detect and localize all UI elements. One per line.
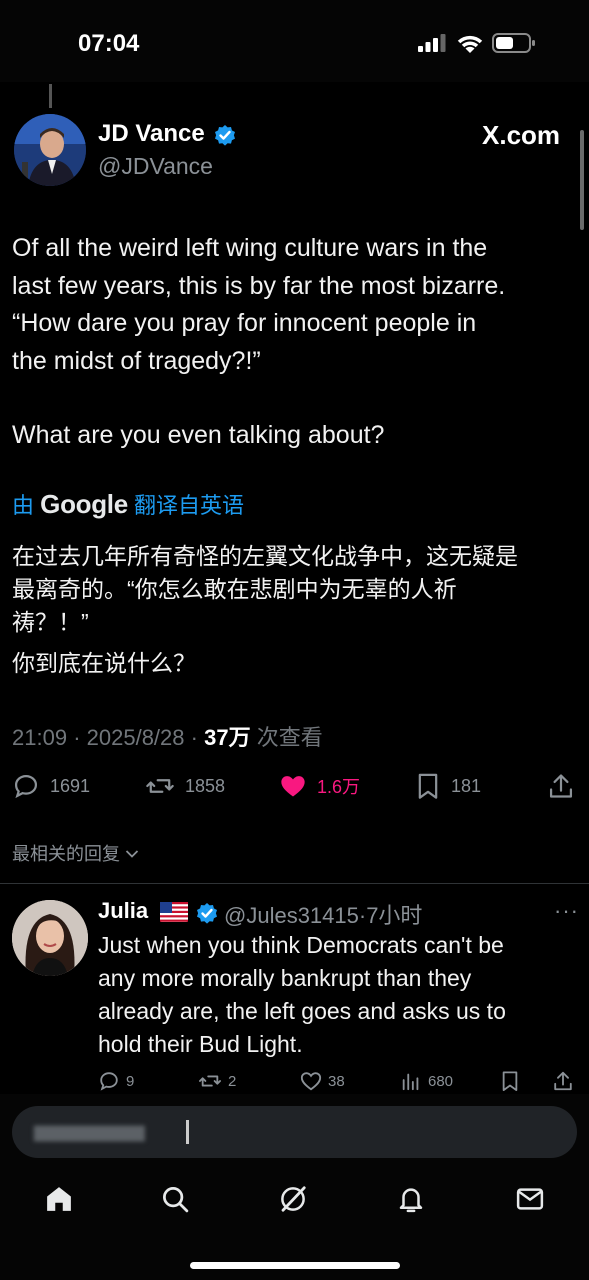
thread-connector-line bbox=[49, 84, 52, 108]
reply-text: Just when you think Democrats can't be a… bbox=[98, 929, 568, 1061]
text-cursor bbox=[186, 1120, 189, 1144]
tweet-text-line: What are you even talking about? bbox=[12, 421, 385, 449]
chevron-down-icon bbox=[125, 850, 139, 858]
repost-icon bbox=[199, 1075, 221, 1087]
reply-repost-count: 2 bbox=[228, 1072, 237, 1090]
reply-views-button[interactable]: 680 bbox=[400, 1070, 453, 1092]
verified-badge-icon bbox=[197, 903, 217, 924]
status-bar: 07:04 bbox=[0, 0, 589, 82]
bookmark-count: 181 bbox=[451, 775, 482, 796]
heart-icon bbox=[300, 1072, 322, 1091]
reply-like-button[interactable]: 38 bbox=[300, 1070, 345, 1092]
wifi-icon bbox=[457, 35, 483, 53]
translation-suffix: 翻译自英语 bbox=[134, 493, 245, 518]
bookmark-icon bbox=[502, 1071, 518, 1091]
share-icon bbox=[554, 1071, 572, 1091]
battery-icon bbox=[492, 33, 535, 53]
views-icon bbox=[402, 1073, 419, 1091]
translated-text-line: 你到底在说什么？ bbox=[12, 650, 196, 676]
reply-count: 1691 bbox=[50, 775, 91, 796]
repost-count: 1858 bbox=[185, 775, 226, 796]
reply-button[interactable]: 1691 bbox=[12, 772, 90, 800]
reply-icon bbox=[100, 1072, 118, 1091]
reply-compose-input[interactable]: ▆▆▆▆▆▆▆▆ bbox=[12, 1106, 577, 1158]
author-avatar[interactable] bbox=[14, 114, 86, 186]
bottom-navigation bbox=[0, 1180, 589, 1224]
reply-repost-button[interactable]: 2 bbox=[198, 1070, 236, 1092]
like-count: 1.6万 bbox=[317, 777, 361, 797]
reply-time: ·7小时 bbox=[358, 903, 423, 928]
home-icon[interactable] bbox=[44, 1184, 74, 1214]
reply-text-line: Just when you think Democrats can't be bbox=[98, 932, 504, 958]
like-button[interactable]: 1.6万 bbox=[279, 772, 360, 800]
repost-icon bbox=[146, 779, 174, 793]
reply-author-handle[interactable]: @Jules31415·7小时 bbox=[224, 898, 422, 930]
bookmark-icon bbox=[418, 773, 438, 799]
translated-text-line: 在过去几年所有奇怪的左翼文化战争中，这无疑是 bbox=[12, 543, 518, 569]
status-time: 07:04 bbox=[78, 30, 140, 57]
translated-text: 在过去几年所有奇怪的左翼文化战争中，这无疑是 最离奇的。“你怎么敢在悲剧中为无辜… bbox=[12, 540, 582, 680]
tweet-date: 2025/8/28 bbox=[86, 725, 185, 750]
verified-badge-icon bbox=[215, 125, 235, 146]
reply-share-button[interactable] bbox=[552, 1070, 580, 1092]
reply-bookmark-button[interactable] bbox=[500, 1070, 526, 1092]
reply-text-line: any more morally bankrupt than they bbox=[98, 965, 472, 991]
reply-like-count: 38 bbox=[328, 1072, 345, 1090]
tweet-text: Of all the weird left wing culture wars … bbox=[12, 230, 582, 455]
bookmark-button[interactable]: 181 bbox=[415, 772, 481, 800]
replies-sort-label: 最相关的回复 bbox=[12, 844, 120, 864]
view-count[interactable]: 37万 bbox=[204, 725, 250, 750]
repost-button[interactable]: 1858 bbox=[145, 772, 225, 800]
author-name[interactable]: JD Vance bbox=[98, 120, 205, 148]
scrollbar[interactable] bbox=[580, 130, 584, 230]
tweet-text-line: Of all the weird left wing culture wars … bbox=[12, 234, 488, 262]
translation-attribution[interactable]: 由 Google 翻译自英语 bbox=[12, 488, 244, 520]
reply-reply-count: 9 bbox=[126, 1072, 135, 1090]
share-button[interactable] bbox=[547, 772, 585, 800]
cellular-signal-icon bbox=[418, 34, 446, 52]
reply-text-line: hold their Bud Light. bbox=[98, 1031, 303, 1057]
author-handle[interactable]: @JDVance bbox=[98, 153, 213, 180]
translated-text-line: 最离奇的。“你怎么敢在悲剧中为无辜的人祈 bbox=[12, 576, 457, 602]
reply-text-line: already are, the left goes and asks us t… bbox=[98, 998, 506, 1024]
tweet-text-line: last few years, this is by far the most … bbox=[12, 271, 506, 300]
divider bbox=[0, 883, 589, 884]
heart-filled-icon bbox=[281, 776, 305, 797]
share-icon bbox=[549, 774, 573, 798]
reply-author-avatar[interactable] bbox=[12, 900, 88, 976]
messages-icon[interactable] bbox=[515, 1184, 545, 1214]
tweet-time: 21:09 bbox=[12, 725, 68, 750]
tweet-actions: 1691 1858 1.6万 181 bbox=[0, 772, 589, 808]
compose-placeholder-blurred: ▆▆▆▆▆▆▆▆ bbox=[34, 1121, 145, 1141]
translation-prefix: 由 bbox=[12, 493, 35, 518]
google-logo: Google bbox=[40, 489, 128, 519]
reply-reply-button[interactable]: 9 bbox=[98, 1070, 134, 1092]
reply-author-name[interactable]: Julia bbox=[98, 898, 148, 924]
tweet-text-line: the midst of tragedy?!” bbox=[12, 346, 261, 375]
home-indicator[interactable] bbox=[190, 1262, 400, 1269]
us-flag-icon bbox=[160, 902, 188, 922]
tweet-meta: 21:09 · 2025/8/28 · 37万 次查看 bbox=[12, 725, 323, 750]
replies-sort-dropdown[interactable]: 最相关的回复 bbox=[12, 840, 139, 866]
reply-view-count: 680 bbox=[428, 1072, 454, 1090]
tweet-text-line: “How dare you pray for innocent people i… bbox=[12, 309, 477, 337]
search-icon[interactable] bbox=[160, 1184, 190, 1214]
source-x-com-logo: X.com bbox=[482, 120, 561, 150]
more-options-icon[interactable]: ··· bbox=[554, 898, 579, 924]
notifications-icon[interactable] bbox=[396, 1184, 426, 1214]
translated-text-line: 祷？！” bbox=[12, 609, 89, 635]
reply-icon bbox=[14, 774, 38, 799]
view-count-label: 次查看 bbox=[256, 725, 323, 750]
grok-icon[interactable] bbox=[278, 1184, 308, 1214]
